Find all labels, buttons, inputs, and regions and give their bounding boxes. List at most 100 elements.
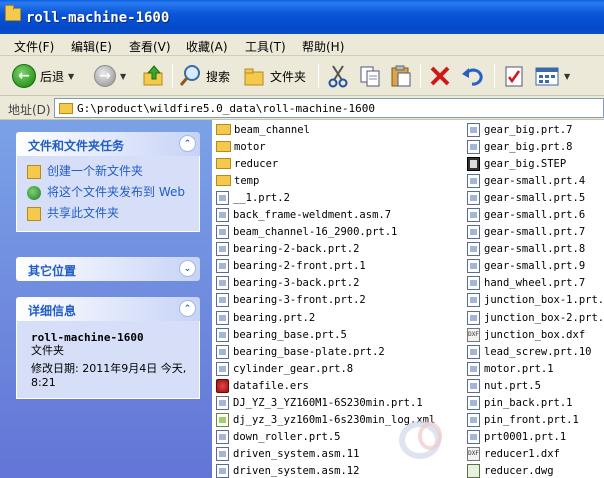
file-item[interactable]: gear-small.prt.9 — [467, 258, 604, 275]
menu-file[interactable]: 文件(F) — [14, 38, 54, 55]
file-item[interactable]: motor.prt.1 — [467, 360, 604, 377]
file-item[interactable]: pin_front.prt.1 — [467, 412, 604, 429]
file-item[interactable]: dj_yz_3_yz160m1-6s230min_log.xml — [216, 412, 435, 429]
doc-icon — [216, 447, 229, 462]
doc-icon — [467, 293, 480, 308]
properties-icon — [505, 66, 523, 87]
file-item[interactable]: gear-small.prt.4 — [467, 172, 604, 189]
chevron-down-icon[interactable]: ⌄ — [179, 260, 196, 277]
file-item[interactable]: gear_big.STEP — [467, 155, 604, 172]
folders-button[interactable]: 文件夹 — [242, 62, 306, 90]
file-item[interactable]: bearing-3-back.prt.2 — [216, 275, 435, 292]
doc-icon — [216, 396, 229, 411]
file-item[interactable]: bearing-3-front.prt.2 — [216, 292, 435, 309]
file-name: pin_back.prt.1 — [484, 397, 573, 410]
folder-icon — [216, 124, 231, 136]
doc-icon — [216, 293, 229, 308]
file-item[interactable]: back_frame-weldment.asm.7 — [216, 206, 435, 223]
ers-icon — [216, 378, 229, 393]
file-name: driven_system.asm.11 — [233, 448, 360, 461]
file-item[interactable]: lead_screw.prt.10 — [467, 343, 604, 360]
file-item[interactable]: datafile.ers — [216, 377, 435, 394]
properties-button[interactable] — [502, 62, 526, 90]
paste-button[interactable] — [389, 62, 413, 90]
file-item[interactable]: junction_box-2.prt.1 — [467, 309, 604, 326]
file-item[interactable]: beam_channel — [216, 121, 435, 138]
file-item[interactable]: temp — [216, 172, 435, 189]
folder-icon — [216, 141, 231, 153]
file-name: bearing_base-plate.prt.2 — [233, 345, 385, 358]
file-name: __1.prt.2 — [233, 191, 290, 204]
up-folder-button[interactable] — [142, 62, 166, 90]
delete-button[interactable] — [428, 62, 452, 90]
file-item[interactable]: gear-small.prt.7 — [467, 224, 604, 241]
file-item[interactable]: gear-small.prt.8 — [467, 241, 604, 258]
folders-label: 文件夹 — [270, 69, 307, 84]
up-folder-icon — [143, 65, 163, 86]
file-item[interactable]: driven_system.asm.12 — [216, 463, 435, 478]
chevron-up-icon[interactable]: ⌃ — [179, 135, 196, 152]
file-item[interactable]: __1.prt.2 — [216, 189, 435, 206]
share-folder-icon — [27, 207, 41, 221]
views-button[interactable]: ▼ — [534, 62, 570, 90]
cut-button[interactable] — [326, 62, 350, 90]
details-header[interactable]: 详细信息 ⌃ — [16, 297, 200, 321]
file-item[interactable]: down_roller.prt.5 — [216, 429, 435, 446]
file-item[interactable]: cylinder_gear.prt.8 — [216, 360, 435, 377]
file-item[interactable]: bearing_base-plate.prt.2 — [216, 343, 435, 360]
views-grid-icon — [535, 67, 559, 86]
undo-button[interactable] — [460, 62, 484, 90]
doc-icon — [216, 242, 229, 257]
file-list[interactable]: beam_channel motor reducer temp __1.prt.2bac… — [212, 120, 604, 478]
back-button[interactable]: ← 后退 ▼ — [12, 62, 74, 90]
file-item[interactable]: gear_big.prt.7 — [467, 121, 604, 138]
file-item[interactable]: gear_big.prt.8 — [467, 138, 604, 155]
folder-icon — [216, 175, 231, 187]
chevron-down-icon: ▼ — [68, 71, 75, 81]
file-name: junction_box.dxf — [484, 328, 586, 341]
file-name: prt0001.prt.1 — [484, 431, 567, 444]
file-item[interactable]: bearing-2-front.prt.1 — [216, 258, 435, 275]
menu-help[interactable]: 帮助(H) — [302, 38, 344, 55]
doc-icon — [467, 413, 480, 428]
chevron-up-icon[interactable]: ⌃ — [179, 300, 196, 317]
address-input[interactable]: G:\product\wildfire5.0_data\roll-machine… — [54, 98, 604, 118]
task-new-folder[interactable]: 创建一个新文件夹 — [27, 164, 189, 179]
file-item[interactable]: prt0001.prt.1 — [467, 429, 604, 446]
file-item[interactable]: beam_channel-16_2900.prt.1 — [216, 224, 435, 241]
copy-button[interactable] — [358, 62, 382, 90]
other-places-header[interactable]: 其它位置 ⌄ — [16, 257, 200, 281]
file-item[interactable]: bearing_base.prt.5 — [216, 326, 435, 343]
file-item[interactable]: junction_box-1.prt.2 — [467, 292, 604, 309]
file-item[interactable]: hand_wheel.prt.7 — [467, 275, 604, 292]
file-item[interactable]: reducer.dwg — [467, 463, 604, 478]
file-item[interactable]: reducer — [216, 155, 435, 172]
doc-icon — [467, 122, 480, 137]
task-publish-web[interactable]: 将这个文件夹发布到 Web — [27, 185, 189, 200]
toolbar: ← 后退 ▼ → ▼ 搜索 文件夹 ▼ — [0, 56, 604, 96]
menu-favorites[interactable]: 收藏(A) — [186, 38, 228, 55]
file-item[interactable]: bearing-2-back.prt.2 — [216, 241, 435, 258]
file-item[interactable]: driven_system.asm.11 — [216, 446, 435, 463]
file-item[interactable]: DJ_YZ_3_YZ160M1-6S230min.prt.1 — [216, 395, 435, 412]
file-item[interactable]: pin_back.prt.1 — [467, 395, 604, 412]
task-share-folder[interactable]: 共享此文件夹 — [27, 206, 189, 221]
file-item[interactable]: bearing.prt.2 — [216, 309, 435, 326]
doc-icon — [467, 361, 480, 376]
file-name: bearing-2-back.prt.2 — [233, 243, 360, 256]
forward-button[interactable]: → ▼ — [94, 62, 126, 90]
file-name: gear-small.prt.6 — [484, 209, 586, 222]
menu-view[interactable]: 查看(V) — [129, 38, 171, 55]
title-bar[interactable]: roll-machine-1600 — [0, 0, 604, 34]
file-name: junction_box-2.prt.1 — [484, 311, 604, 324]
file-tasks-header[interactable]: 文件和文件夹任务 ⌃ — [16, 132, 200, 156]
file-item[interactable]: nut.prt.5 — [467, 377, 604, 394]
file-item[interactable]: motor — [216, 138, 435, 155]
file-item[interactable]: gear-small.prt.6 — [467, 206, 604, 223]
file-item[interactable]: DXF junction_box.dxf — [467, 326, 604, 343]
menu-edit[interactable]: 编辑(E) — [71, 38, 112, 55]
search-button[interactable]: 搜索 — [178, 62, 230, 90]
file-item[interactable]: DXF reducer1.dxf — [467, 446, 604, 463]
file-item[interactable]: gear-small.prt.5 — [467, 189, 604, 206]
menu-tools[interactable]: 工具(T) — [245, 38, 286, 55]
